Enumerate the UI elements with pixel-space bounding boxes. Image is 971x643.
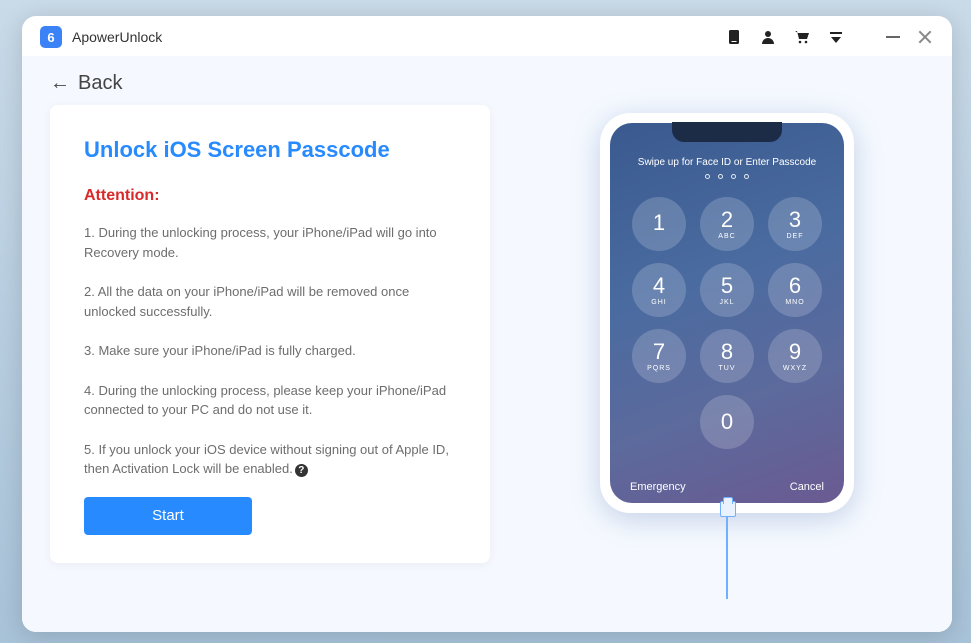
body-area: ← Back Unlock iOS Screen Passcode Attent…	[22, 56, 952, 632]
page-title: Unlock iOS Screen Passcode	[84, 137, 456, 163]
key-6: 6MNO	[768, 263, 822, 317]
phone-notch	[672, 122, 782, 142]
note-5: 5. If you unlock your iOS device without…	[84, 440, 456, 479]
phone-screen: Swipe up for Face ID or Enter Passcode 1…	[610, 123, 844, 503]
close-button[interactable]	[918, 30, 932, 44]
info-icon[interactable]: ?	[295, 464, 308, 477]
note-3: 3. Make sure your iPhone/iPad is fully c…	[84, 341, 456, 361]
note-4: 4. During the unlocking process, please …	[84, 381, 456, 420]
key-2: 2ABC	[700, 197, 754, 251]
key-4: 4GHI	[632, 263, 686, 317]
key-8: 8TUV	[700, 329, 754, 383]
menu-down-icon[interactable]	[828, 29, 844, 45]
app-icon: 6	[40, 26, 62, 48]
usb-cable-icon	[726, 513, 728, 599]
key-0: 0	[700, 395, 754, 449]
start-button[interactable]: Start	[84, 497, 252, 535]
back-label: Back	[78, 72, 122, 95]
key-5: 5JKL	[700, 263, 754, 317]
attention-heading: Attention:	[84, 187, 456, 205]
back-button[interactable]: ← Back	[50, 72, 924, 95]
title-left: 6 ApowerUnlock	[40, 26, 162, 48]
lockscreen-instruction: Swipe up for Face ID or Enter Passcode	[638, 157, 816, 168]
user-icon[interactable]	[760, 29, 776, 45]
phone-column: Swipe up for Face ID or Enter Passcode 1…	[530, 105, 924, 599]
device-icon[interactable]	[726, 29, 742, 45]
app-title: ApowerUnlock	[72, 29, 162, 45]
key-1: 1	[632, 197, 686, 251]
cancel-label: Cancel	[790, 481, 824, 493]
passcode-dots	[705, 174, 749, 179]
cart-icon[interactable]	[794, 29, 810, 45]
note-1: 1. During the unlocking process, your iP…	[84, 223, 456, 262]
lockscreen-bottom: Emergency Cancel	[610, 481, 844, 493]
app-window: 6 ApowerUnlock ← Back Unlock iOS Screen …	[22, 16, 952, 632]
back-arrow-icon: ←	[50, 72, 70, 95]
key-7: 7PQRS	[632, 329, 686, 383]
info-card: Unlock iOS Screen Passcode Attention: 1.…	[50, 105, 490, 563]
title-right	[726, 29, 932, 45]
keypad: 1 2ABC 3DEF 4GHI 5JKL 6MNO 7PQRS 8TUV 9W…	[632, 197, 822, 449]
content: Unlock iOS Screen Passcode Attention: 1.…	[50, 105, 924, 599]
emergency-label: Emergency	[630, 481, 686, 493]
phone-frame: Swipe up for Face ID or Enter Passcode 1…	[600, 113, 854, 513]
key-3: 3DEF	[768, 197, 822, 251]
titlebar: 6 ApowerUnlock	[22, 16, 952, 56]
key-9: 9WXYZ	[768, 329, 822, 383]
minimize-button[interactable]	[886, 36, 900, 38]
phone-illustration: Swipe up for Face ID or Enter Passcode 1…	[600, 105, 854, 513]
note-2: 2. All the data on your iPhone/iPad will…	[84, 282, 456, 321]
